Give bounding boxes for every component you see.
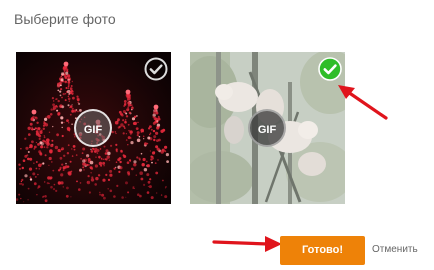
check-circle-outline-icon[interactable] bbox=[144, 57, 168, 81]
gif-badge: GIF bbox=[74, 109, 112, 147]
check-circle-icon[interactable] bbox=[318, 57, 342, 81]
red-arrow-icon bbox=[212, 236, 282, 252]
photo-tile-christmas-trees[interactable]: GIF bbox=[16, 52, 171, 204]
gif-badge: GIF bbox=[248, 109, 286, 147]
photo-picker-dialog: { "dialog": { "title": "Выберите фото" }… bbox=[0, 0, 434, 270]
done-button[interactable]: Готово! bbox=[280, 236, 365, 265]
red-arrow-icon bbox=[338, 85, 388, 120]
cancel-link[interactable]: Отменить bbox=[372, 244, 418, 255]
dialog-title: Выберите фото bbox=[14, 11, 116, 27]
photo-tile-cats[interactable]: GIF bbox=[190, 52, 345, 204]
